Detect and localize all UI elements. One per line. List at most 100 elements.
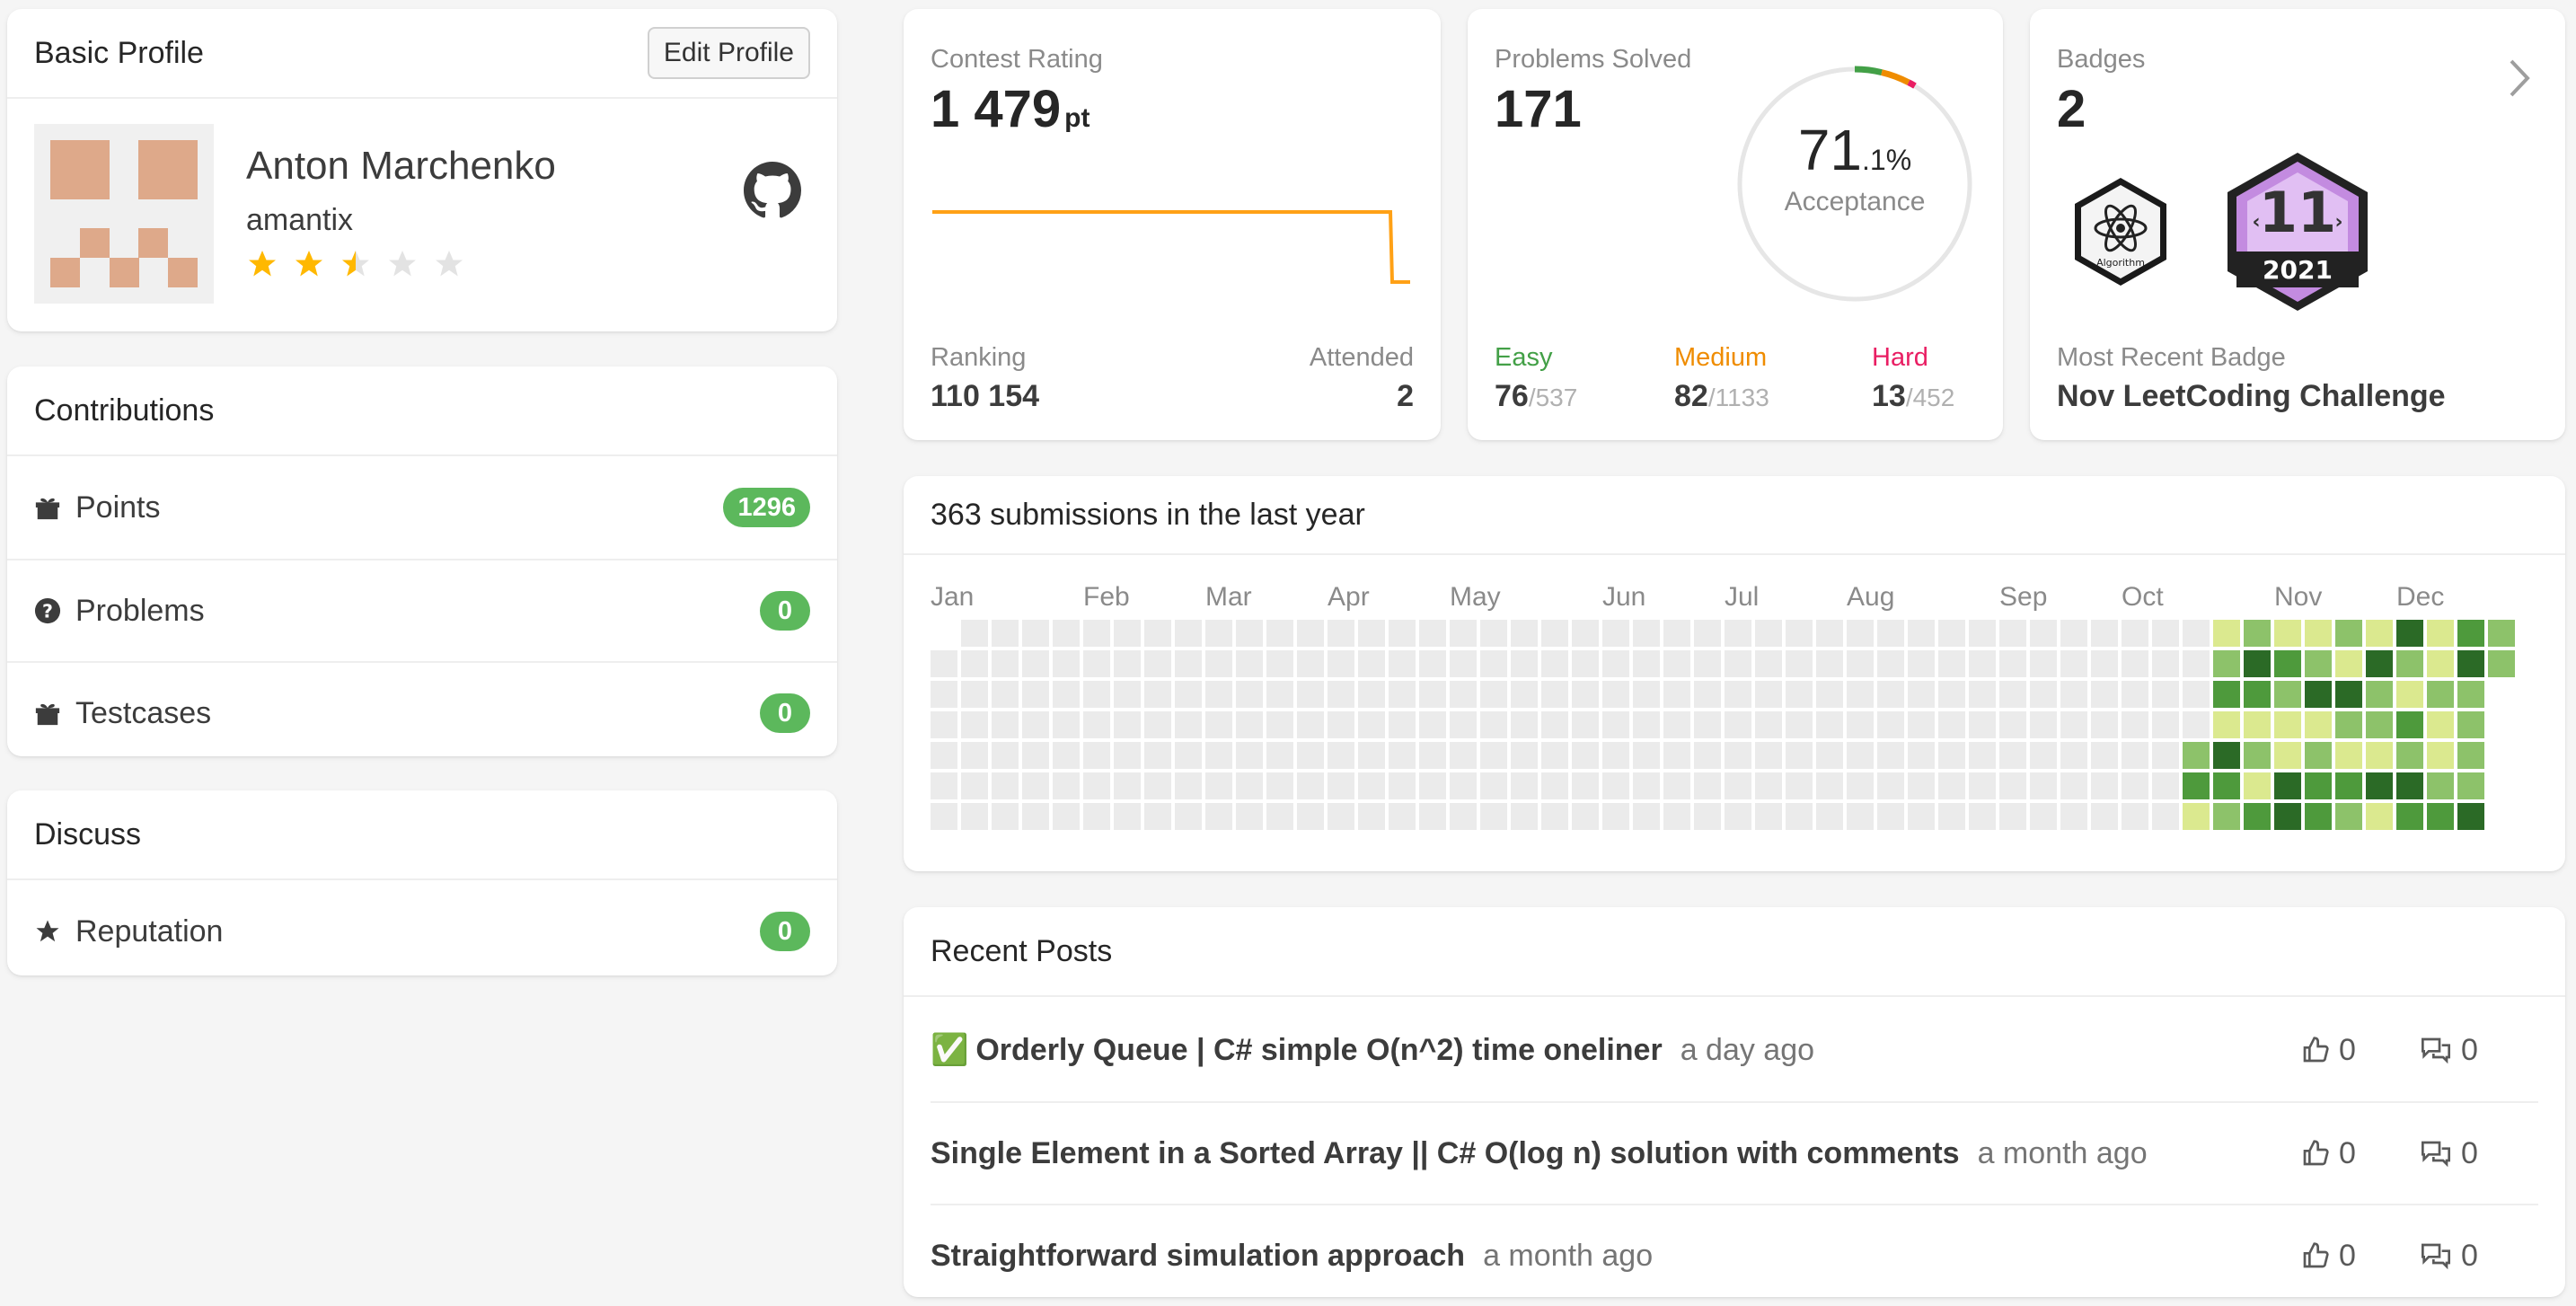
heatmap-cell[interactable]: [1786, 650, 1813, 677]
heatmap-cell[interactable]: [1511, 742, 1538, 769]
heatmap-cell[interactable]: [2457, 803, 2484, 830]
heatmap-cell[interactable]: [1938, 742, 1965, 769]
heatmap-cell[interactable]: [1297, 803, 1324, 830]
heatmap-cell[interactable]: [1266, 620, 1293, 647]
heatmap-cell[interactable]: [2152, 711, 2179, 738]
heatmap-cell[interactable]: [1419, 681, 1446, 708]
heatmap-cell[interactable]: [1266, 742, 1293, 769]
post-likes[interactable]: 0: [2301, 1033, 2420, 1068]
heatmap-cell[interactable]: [2060, 803, 2087, 830]
heatmap-cell[interactable]: [2213, 650, 2240, 677]
heatmap-cell[interactable]: [1266, 711, 1293, 738]
heatmap-cell[interactable]: [2396, 711, 2423, 738]
heatmap-cell[interactable]: [1511, 803, 1538, 830]
heatmap-cell[interactable]: [1877, 772, 1904, 799]
heatmap-cell[interactable]: [1663, 803, 1690, 830]
heatmap-cell[interactable]: [992, 711, 1019, 738]
heatmap-cell[interactable]: [1480, 742, 1507, 769]
heatmap-cell[interactable]: [1358, 803, 1385, 830]
heatmap-cell[interactable]: [1053, 772, 1080, 799]
heatmap-cell[interactable]: [2427, 620, 2454, 647]
post-title[interactable]: Single Element in a Sorted Array || C# O…: [931, 1136, 1960, 1171]
heatmap-cell[interactable]: [1450, 742, 1477, 769]
heatmap-cell[interactable]: [2122, 650, 2148, 677]
heatmap-cell[interactable]: [1450, 650, 1477, 677]
heatmap-cell[interactable]: [1725, 681, 1751, 708]
heatmap-cell[interactable]: [2183, 650, 2210, 677]
heatmap-cell[interactable]: [961, 772, 988, 799]
heatmap-cell[interactable]: [1511, 681, 1538, 708]
heatmap-cell[interactable]: [1969, 803, 1996, 830]
heatmap-cell[interactable]: [1908, 803, 1935, 830]
heatmap-cell[interactable]: [2122, 803, 2148, 830]
contest-rating-card[interactable]: Contest Rating 1 479 pt Ranking 110 154 A…: [904, 9, 1441, 440]
heatmap-cell[interactable]: [2091, 650, 2118, 677]
heatmap-cell[interactable]: [1175, 650, 1202, 677]
heatmap-cell[interactable]: [1480, 803, 1507, 830]
heatmap-cell[interactable]: [1725, 650, 1751, 677]
heatmap-cell[interactable]: [2030, 620, 2057, 647]
heatmap-cell[interactable]: [1969, 620, 1996, 647]
heatmap-cell[interactable]: [1480, 711, 1507, 738]
heatmap-cell[interactable]: [1297, 650, 1324, 677]
heatmap-cell[interactable]: [1847, 711, 1874, 738]
heatmap-cell[interactable]: [1633, 620, 1660, 647]
heatmap-cell[interactable]: [1511, 650, 1538, 677]
heatmap-cell[interactable]: [2183, 803, 2210, 830]
heatmap-cell[interactable]: [2244, 772, 2271, 799]
heatmap-cell[interactable]: [2305, 620, 2332, 647]
heatmap-cell[interactable]: [2366, 650, 2393, 677]
heatmap-cell[interactable]: [1694, 681, 1721, 708]
heatmap-cell[interactable]: [1328, 620, 1354, 647]
heatmap-cell[interactable]: [2152, 650, 2179, 677]
heatmap-cell[interactable]: [2152, 772, 2179, 799]
heatmap-cell[interactable]: [1602, 681, 1629, 708]
heatmap-cell[interactable]: [961, 681, 988, 708]
heatmap-cell[interactable]: [931, 681, 957, 708]
heatmap-cell[interactable]: [1266, 772, 1293, 799]
acceptance-ring[interactable]: [1734, 63, 1976, 305]
heatmap-cell[interactable]: [1511, 711, 1538, 738]
heatmap-cell[interactable]: [1389, 650, 1416, 677]
heatmap-cell[interactable]: [1999, 772, 2026, 799]
heatmap-cell[interactable]: [1083, 681, 1110, 708]
heatmap-cell[interactable]: [2274, 742, 2301, 769]
heatmap-cell[interactable]: [2030, 803, 2057, 830]
heatmap-cell[interactable]: [1969, 772, 1996, 799]
heatmap-cell[interactable]: [1511, 772, 1538, 799]
heatmap-cell[interactable]: [2396, 803, 2423, 830]
heatmap-cell[interactable]: [1419, 803, 1446, 830]
heatmap-cell[interactable]: [2152, 681, 2179, 708]
post-row[interactable]: ✅ Orderly Queue | C# simple O(n^2) time …: [931, 999, 2538, 1101]
heatmap-cell[interactable]: [2060, 650, 2087, 677]
heatmap-cell[interactable]: [2060, 742, 2087, 769]
heatmap-cell[interactable]: [1205, 681, 1232, 708]
heatmap-cell[interactable]: [1053, 803, 1080, 830]
heatmap-cell[interactable]: [1969, 650, 1996, 677]
heatmap-cell[interactable]: [1175, 711, 1202, 738]
heatmap-cell[interactable]: [1328, 742, 1354, 769]
heatmap-cell[interactable]: [1938, 772, 1965, 799]
heatmap-cell[interactable]: [1908, 620, 1935, 647]
heatmap-cell[interactable]: [2335, 711, 2362, 738]
github-icon[interactable]: [744, 162, 801, 219]
heatmap-cell[interactable]: [2060, 711, 2087, 738]
heatmap-cell[interactable]: [992, 803, 1019, 830]
heatmap-cell[interactable]: [1725, 620, 1751, 647]
heatmap-cell[interactable]: [1450, 681, 1477, 708]
heatmap-cell[interactable]: [1725, 772, 1751, 799]
heatmap-cell[interactable]: [2030, 711, 2057, 738]
heatmap-cell[interactable]: [1908, 681, 1935, 708]
heatmap-cell[interactable]: [1847, 742, 1874, 769]
heatmap-cell[interactable]: [1205, 803, 1232, 830]
post-title[interactable]: Orderly Queue | C# simple O(n^2) time on…: [975, 1033, 1662, 1068]
heatmap-cell[interactable]: [1877, 681, 1904, 708]
heatmap-cell[interactable]: [992, 650, 1019, 677]
heatmap-cell[interactable]: [1877, 803, 1904, 830]
heatmap-cell[interactable]: [2366, 620, 2393, 647]
heatmap-cell[interactable]: [961, 620, 988, 647]
heatmap-cell[interactable]: [1602, 772, 1629, 799]
heatmap-cell[interactable]: [2122, 681, 2148, 708]
heatmap-cell[interactable]: [2457, 681, 2484, 708]
heatmap-cell[interactable]: [1999, 681, 2026, 708]
